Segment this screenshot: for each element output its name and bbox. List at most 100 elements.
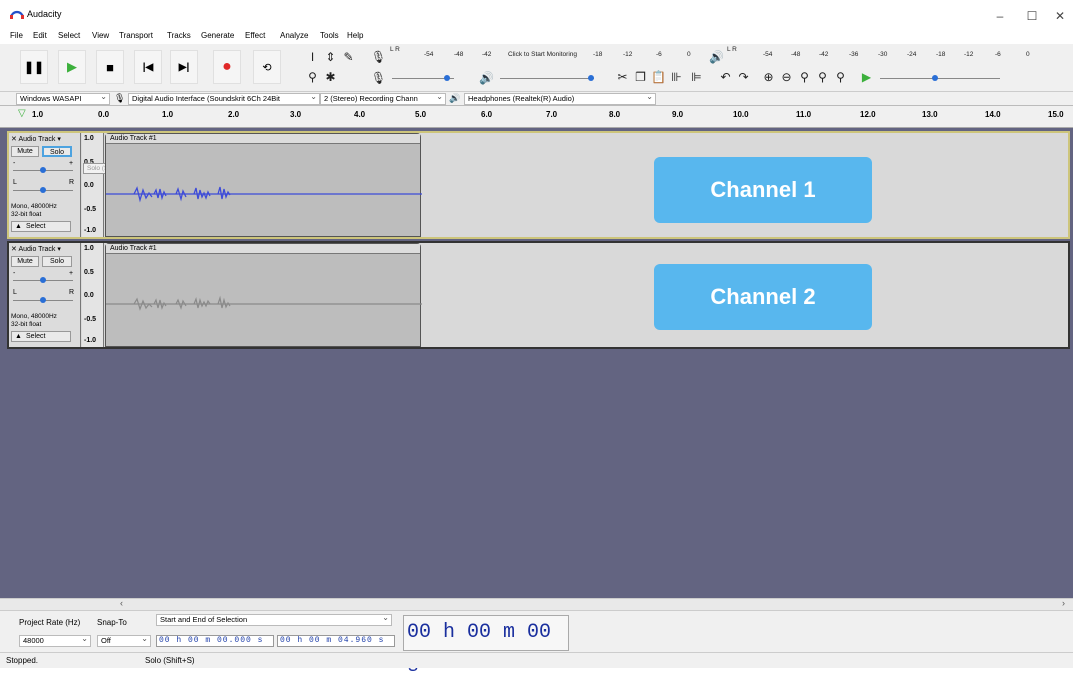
audio-clip[interactable]: Audio Track #1 — [105, 133, 422, 237]
pause-button[interactable]: ❚❚ — [20, 50, 48, 84]
cut-icon[interactable]: ✂ — [614, 68, 631, 85]
select-track-button[interactable]: ▲ Select — [11, 221, 71, 232]
maximize-icon[interactable]: ☐ — [1017, 6, 1047, 26]
silence-icon[interactable]: ⊫ — [688, 68, 705, 85]
microphone-icon: 🎙 — [114, 93, 126, 103]
mute-button[interactable]: Mute — [11, 256, 39, 267]
skip-start-button[interactable]: |◀ — [134, 50, 162, 84]
play-speed-slider[interactable] — [880, 75, 1000, 81]
loop-icon: ⟲ — [262, 61, 272, 74]
pan-slider[interactable] — [13, 187, 73, 193]
horizontal-scrollbar[interactable]: ‹ › — [0, 598, 1073, 610]
recording-channels-select[interactable]: 2 (Stereo) Recording Chann — [320, 93, 446, 105]
fit-selection-icon[interactable]: ⚲ — [796, 68, 813, 85]
record-button[interactable]: ● — [213, 50, 241, 84]
status-hint: Solo (Shift+S) — [145, 656, 195, 665]
scroll-left-icon[interactable]: ‹ — [120, 598, 123, 608]
scroll-right-icon[interactable]: › — [1062, 598, 1065, 608]
loop-button[interactable]: ⟲ — [253, 50, 281, 84]
solo-button[interactable]: Solo — [42, 146, 72, 157]
skip-start-icon: |◀ — [142, 61, 154, 73]
menu-transport[interactable]: Transport — [119, 31, 153, 40]
pan-slider[interactable] — [13, 297, 73, 303]
amplitude-scale[interactable]: 1.0 0.5 0.0 -0.5 -1.0 — [82, 133, 104, 237]
menu-bar: File Edit Select View Transport Tracks G… — [0, 30, 1073, 44]
menu-help[interactable]: Help — [347, 31, 363, 40]
stop-button[interactable]: ■ — [96, 50, 124, 84]
timeline-ruler[interactable]: ▽ 1.0 0.0 1.0 2.0 3.0 4.0 5.0 6.0 7.0 8.… — [0, 106, 1073, 128]
speaker-icon[interactable]: 🔊 — [708, 48, 725, 65]
menu-tools[interactable]: Tools — [320, 31, 339, 40]
status-bar: Stopped. Solo (Shift+S) — [0, 652, 1073, 668]
paste-icon[interactable]: 📋 — [650, 68, 667, 85]
audio-track[interactable]: ✕ Audio Track ▾ Mute Solo - + L R Mono, … — [7, 131, 1070, 239]
track-name-menu[interactable]: ✕ Audio Track ▾ — [11, 245, 79, 254]
play-icon: ▶ — [67, 59, 77, 74]
gain-slider[interactable] — [13, 277, 73, 283]
select-track-button[interactable]: ▲ Select — [11, 331, 71, 342]
zoom-out-icon[interactable]: ⊖ — [778, 68, 795, 85]
snap-to-select[interactable]: Off — [97, 635, 151, 647]
skip-end-button[interactable]: ▶| — [170, 50, 198, 84]
fit-project-icon[interactable]: ⚲ — [814, 68, 831, 85]
play-head-icon: ▽ — [18, 108, 26, 119]
track-control-panel[interactable]: ✕ Audio Track ▾ Mute Solo - + L R Mono, … — [9, 243, 81, 347]
envelope-tool-icon[interactable]: ⇕ — [322, 48, 339, 65]
menu-tracks[interactable]: Tracks — [167, 31, 191, 40]
play-button[interactable]: ▶ — [58, 50, 86, 84]
menu-select[interactable]: Select — [58, 31, 80, 40]
minimize-icon[interactable]: – — [985, 6, 1015, 26]
toolbar: ❚❚ ▶ ■ |◀ ▶| ● ⟲ I ⇕ ✎ ⚲ ✱ 🎙 L R -54 -48… — [0, 44, 1073, 92]
zoom-tool-icon[interactable]: ⚲ — [304, 68, 321, 85]
track-name-menu[interactable]: ✕ Audio Track ▾ — [11, 135, 79, 144]
collapse-icon[interactable]: ▲ — [15, 332, 22, 342]
zoom-in-icon[interactable]: ⊕ — [760, 68, 777, 85]
redo-icon[interactable]: ↷ — [735, 68, 752, 85]
project-rate-select[interactable]: 48000 — [19, 635, 91, 647]
mic-volume-icon: 🎙 — [370, 70, 387, 85]
record-icon: ● — [222, 58, 232, 75]
menu-file[interactable]: File — [10, 31, 23, 40]
record-volume-slider[interactable] — [392, 75, 454, 81]
audio-host-select[interactable]: Windows WASAPI — [16, 93, 110, 105]
pause-icon: ❚❚ — [23, 60, 45, 74]
playback-volume-slider[interactable] — [500, 75, 594, 81]
menu-view[interactable]: View — [92, 31, 109, 40]
record-meter[interactable]: -54 -48 -42 Click to Start Monitoring -1… — [424, 51, 704, 61]
collapse-icon[interactable]: ▲ — [15, 222, 22, 232]
gain-slider[interactable] — [13, 167, 73, 173]
play-at-speed-icon[interactable]: ▶ — [858, 68, 875, 85]
audio-track[interactable]: ✕ Audio Track ▾ Mute Solo - + L R Mono, … — [7, 241, 1070, 349]
project-rate-label: Project Rate (Hz) — [19, 618, 81, 627]
menu-analyze[interactable]: Analyze — [280, 31, 308, 40]
solo-button[interactable]: Solo — [42, 256, 72, 267]
menu-edit[interactable]: Edit — [33, 31, 47, 40]
track-control-panel[interactable]: ✕ Audio Track ▾ Mute Solo - + L R Mono, … — [9, 133, 81, 237]
menu-generate[interactable]: Generate — [201, 31, 234, 40]
zoom-toggle-icon[interactable]: ⚲ — [832, 68, 849, 85]
audio-clip[interactable]: Audio Track #1 — [105, 243, 422, 347]
mute-button[interactable]: Mute — [11, 146, 39, 157]
playback-meter[interactable]: -54 -48 -42 -36 -30 -24 -18 -12 -6 0 — [763, 51, 1043, 61]
audio-position-time[interactable]: 00 h 00 m 00 s — [403, 615, 569, 678]
selection-tool-icon[interactable]: I — [304, 48, 321, 65]
selection-mode-select[interactable]: Start and End of Selection — [156, 614, 392, 626]
microphone-icon[interactable]: 🎙 — [370, 48, 387, 65]
selection-end-time[interactable]: 00 h 00 m 04.960 s — [277, 635, 395, 647]
close-icon[interactable]: ✕ — [1045, 6, 1073, 26]
channel-callout: Channel 2 — [654, 264, 872, 330]
device-toolbar: Windows WASAPI 🎙 Digital Audio Interface… — [0, 92, 1073, 106]
recording-device-select[interactable]: Digital Audio Interface (Soundskrit 6Ch … — [128, 93, 320, 105]
draw-tool-icon[interactable]: ✎ — [340, 48, 357, 65]
copy-icon[interactable]: ❐ — [632, 68, 649, 85]
undo-icon[interactable]: ↶ — [717, 68, 734, 85]
channel-callout: Channel 1 — [654, 157, 872, 223]
tracks-area[interactable]: ✕ Audio Track ▾ Mute Solo - + L R Mono, … — [0, 128, 1073, 598]
multi-tool-icon[interactable]: ✱ — [322, 68, 339, 85]
playback-device-select[interactable]: Headphones (Realtek(R) Audio) — [464, 93, 656, 105]
amplitude-scale[interactable]: 1.0 0.5 0.0 -0.5 -1.0 — [82, 243, 104, 347]
title-bar: Audacity – ☐ ✕ — [0, 0, 1073, 30]
trim-icon[interactable]: ⊪ — [668, 68, 685, 85]
selection-start-time[interactable]: 00 h 00 m 00.000 s — [156, 635, 274, 647]
menu-effect[interactable]: Effect — [245, 31, 265, 40]
